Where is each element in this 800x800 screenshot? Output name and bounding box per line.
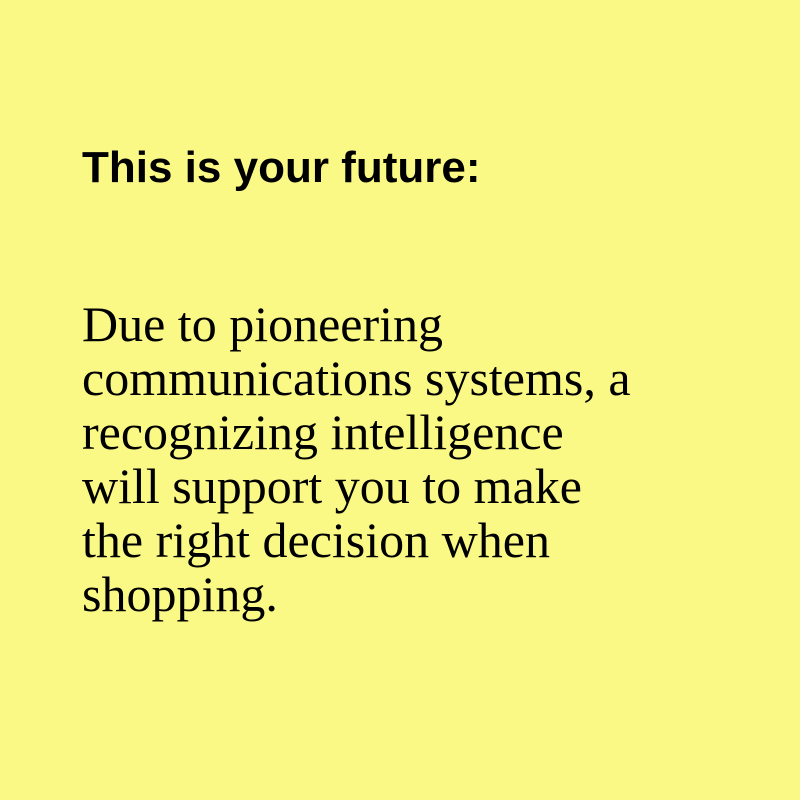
body-line: the right decision when: [82, 512, 550, 568]
headline: This is your future:: [82, 143, 481, 192]
body-line: Due to pioneering: [82, 296, 444, 352]
body-line: shopping.: [82, 566, 278, 622]
body-line: will support you to make: [82, 458, 582, 514]
body-line: recognizing intelligence: [82, 404, 564, 460]
body-paragraph: Due to pioneering communications systems…: [82, 297, 762, 621]
slide-card: This is your future: Due to pioneering c…: [0, 0, 800, 800]
body-line: communications systems, a: [82, 350, 631, 406]
